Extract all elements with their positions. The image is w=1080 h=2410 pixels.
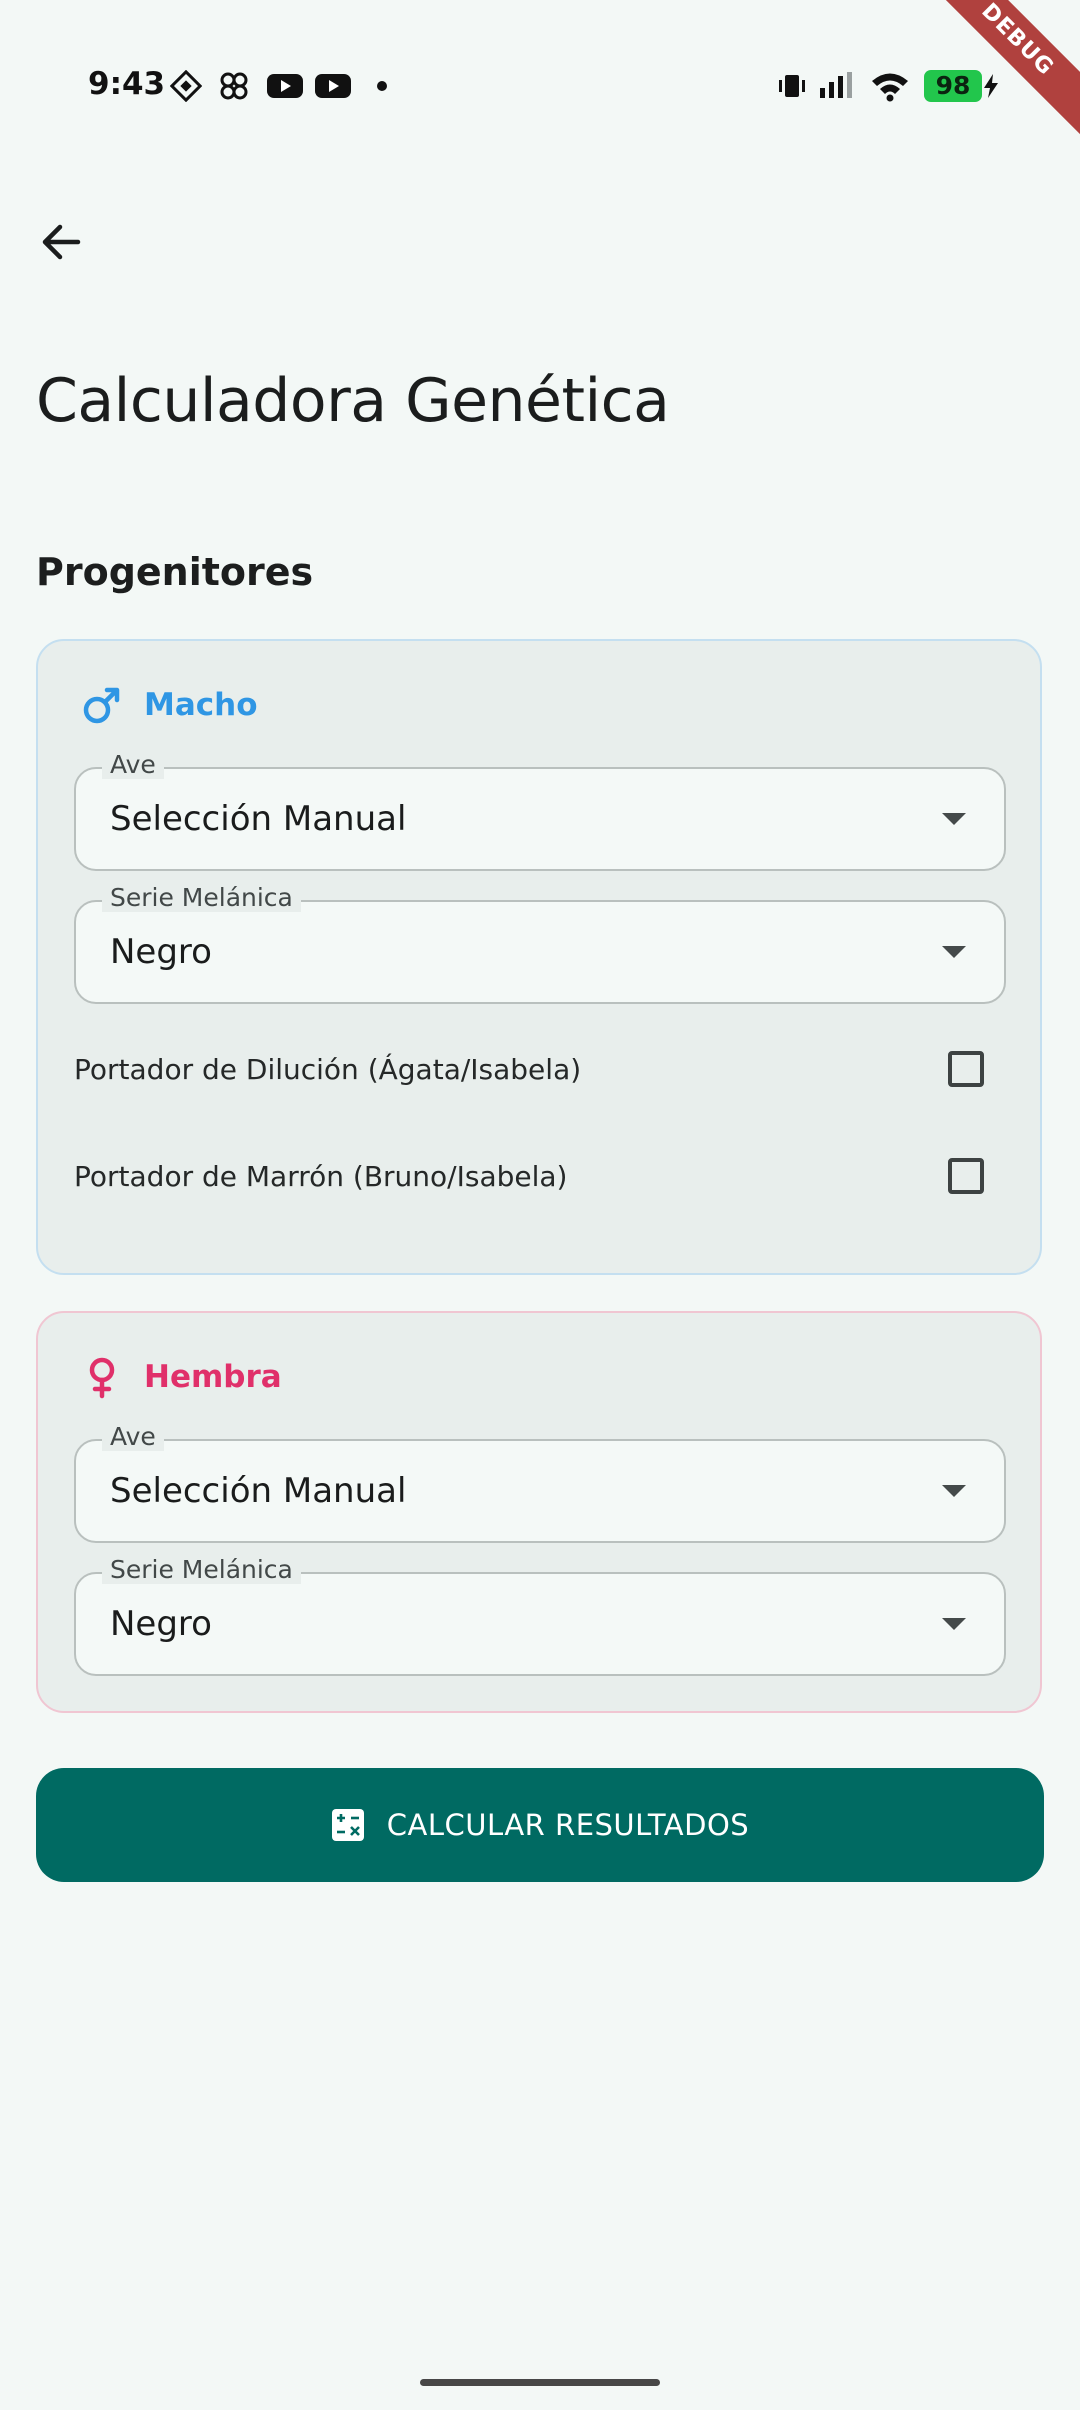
female-bird-value: Selección Manual xyxy=(110,1471,407,1511)
male-label: Macho xyxy=(144,687,258,723)
charging-icon xyxy=(984,74,998,98)
dot-icon xyxy=(377,81,387,91)
male-bird-dropdown[interactable]: Ave Selección Manual xyxy=(74,750,1006,871)
status-time: 9:43 xyxy=(88,66,166,102)
section-title: Progenitores xyxy=(36,550,314,594)
male-melanic-value: Negro xyxy=(110,932,212,972)
calculate-results-button[interactable]: CALCULAR RESULTADOS xyxy=(36,1768,1044,1882)
dropdown-arrow-icon xyxy=(942,946,966,958)
dropdown-arrow-icon xyxy=(942,1618,966,1630)
status-bar: 9:43 98 DEBUG xyxy=(0,0,1080,170)
youtube-icon xyxy=(315,74,351,98)
battery-icon: 98 xyxy=(924,70,982,102)
male-bird-value: Selección Manual xyxy=(110,799,407,839)
female-icon xyxy=(89,1357,115,1399)
dilution-carrier-checkbox[interactable] xyxy=(948,1051,984,1087)
dropdown-arrow-icon xyxy=(942,1485,966,1497)
youtube-icon xyxy=(267,74,303,98)
female-card: Hembra Ave Selección Manual Serie Meláni… xyxy=(36,1311,1042,1713)
male-card: Macho Ave Selección Manual Serie Melánic… xyxy=(36,639,1042,1275)
female-bird-dropdown[interactable]: Ave Selección Manual xyxy=(74,1422,1006,1543)
calculate-results-label: CALCULAR RESULTADOS xyxy=(386,1808,750,1842)
male-melanic-dropdown[interactable]: Serie Melánica Negro xyxy=(74,883,1006,1004)
vibrate-icon xyxy=(779,75,805,97)
female-bird-label: Ave xyxy=(102,1422,164,1451)
male-bird-label: Ave xyxy=(102,750,164,779)
female-melanic-value: Negro xyxy=(110,1604,212,1644)
pinwheel-app-icon xyxy=(220,72,248,100)
dropdown-arrow-icon xyxy=(942,813,966,825)
male-icon xyxy=(83,687,120,724)
signal-icon xyxy=(820,72,852,98)
female-melanic-dropdown[interactable]: Serie Melánica Negro xyxy=(74,1555,1006,1676)
wifi-icon xyxy=(872,73,908,102)
male-header: Macho xyxy=(80,683,258,727)
dilution-carrier-label: Portador de Dilución (Ágata/Isabela) xyxy=(74,1053,582,1086)
male-melanic-label: Serie Melánica xyxy=(102,883,301,912)
female-header: Hembra xyxy=(80,1355,282,1399)
page-title: Calculadora Genética xyxy=(36,366,670,436)
brown-carrier-label: Portador de Marrón (Bruno/Isabela) xyxy=(74,1160,568,1193)
home-indicator[interactable] xyxy=(420,2379,660,2386)
female-melanic-label: Serie Melánica xyxy=(102,1555,301,1584)
calculate-icon xyxy=(331,1809,364,1841)
brown-carrier-row[interactable]: Portador de Marrón (Bruno/Isabela) xyxy=(74,1148,1006,1208)
dilution-carrier-row[interactable]: Portador de Dilución (Ágata/Isabela) xyxy=(74,1041,1006,1101)
arrow-back-icon[interactable] xyxy=(30,210,94,274)
female-label: Hembra xyxy=(144,1359,282,1395)
diamond-app-icon xyxy=(170,70,202,102)
brown-carrier-checkbox[interactable] xyxy=(948,1158,984,1194)
